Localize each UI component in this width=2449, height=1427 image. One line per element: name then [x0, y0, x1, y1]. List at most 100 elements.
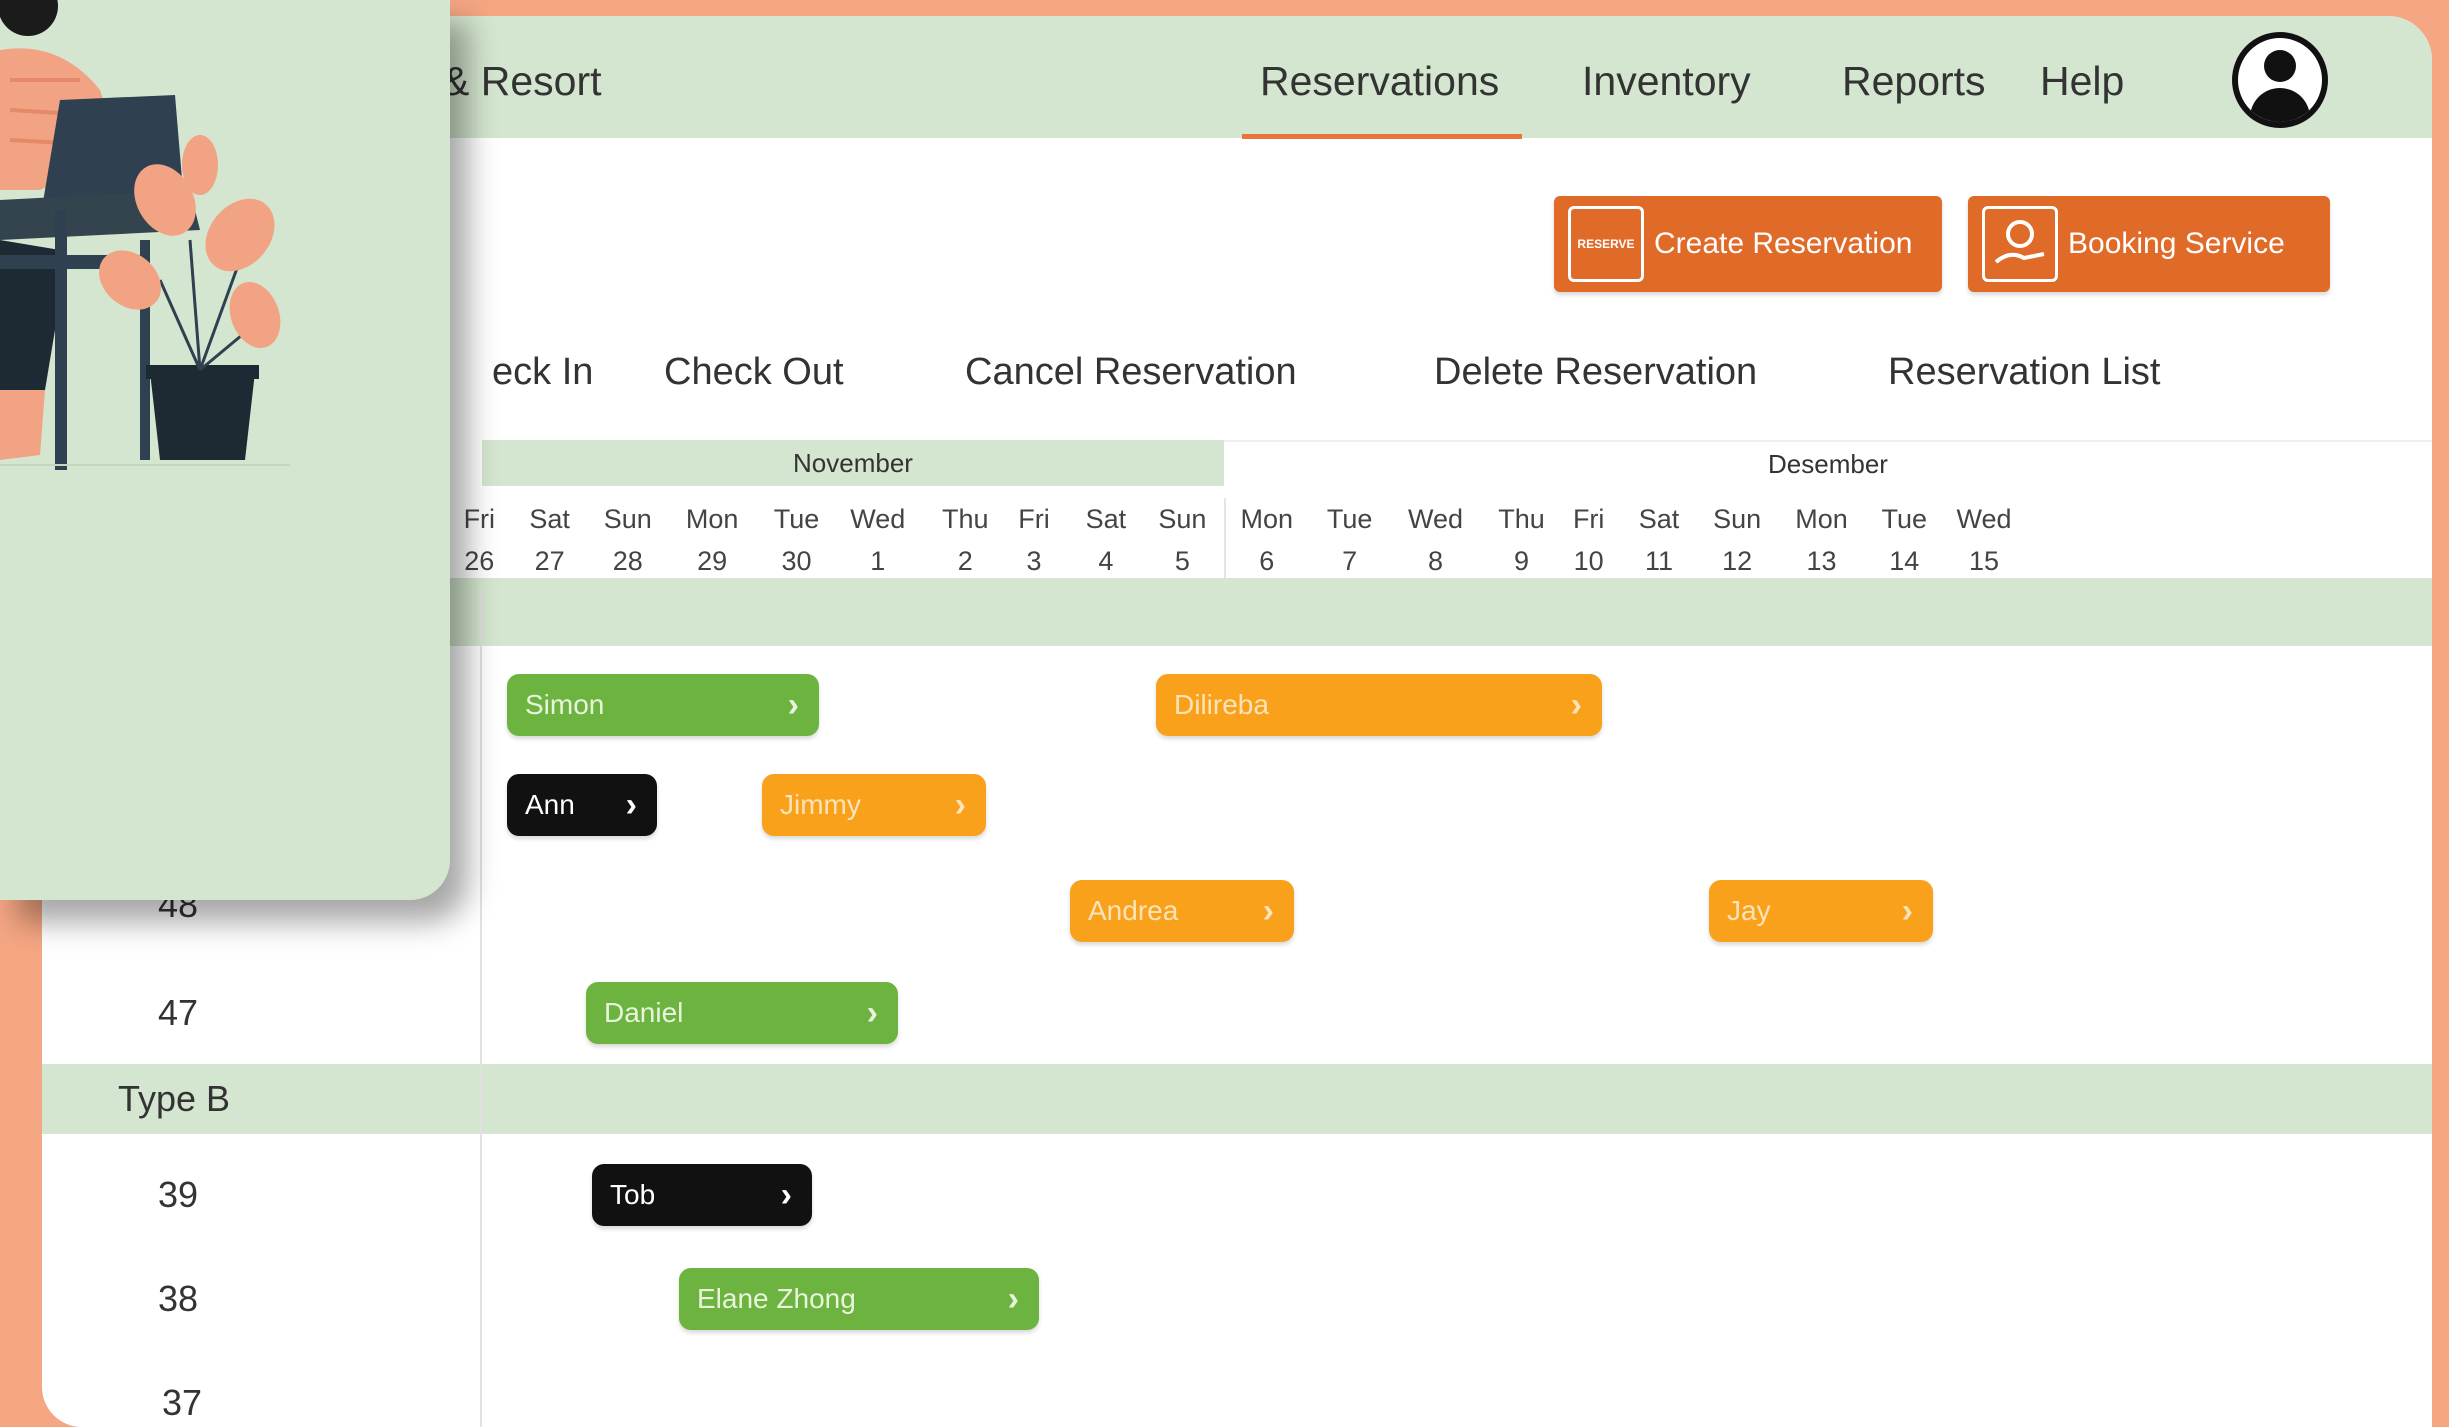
date-label: 26 — [464, 546, 495, 576]
tab-reservation-list[interactable]: Reservation List — [1888, 351, 2160, 394]
weekday-label: Sun — [1713, 504, 1762, 534]
tab-cancel-reservation[interactable]: Cancel Reservation — [965, 351, 1297, 394]
create-reservation-label: Create Reservation — [1654, 227, 1913, 260]
day-column-header: Sat 11 — [1624, 498, 1694, 582]
chevron-right-icon: › — [1262, 891, 1274, 930]
weekday-label: Fri — [1572, 504, 1605, 534]
room-type-label: Type B — [118, 1078, 231, 1119]
day-column-header: Tue 30 — [762, 498, 832, 582]
date-label: 3 — [1026, 546, 1042, 576]
user-avatar-icon[interactable] — [2232, 32, 2328, 128]
reservation-daniel[interactable]: Daniel › — [586, 982, 898, 1044]
tab-check-in[interactable]: eck In — [492, 351, 593, 394]
day-column-header: Wed 8 — [1401, 498, 1471, 582]
weekday-label: Wed — [1956, 504, 2012, 534]
active-nav-indicator — [1242, 134, 1522, 139]
weekday-label: Mon — [685, 504, 739, 534]
day-column-header: Sat 4 — [1071, 498, 1141, 582]
reservation-elane-zhong[interactable]: Elane Zhong › — [679, 1268, 1039, 1330]
day-column-header: Wed 1 — [843, 498, 913, 582]
hand-user-icon — [1982, 206, 2058, 282]
weekday-label: Wed — [850, 504, 906, 534]
date-label: 10 — [1573, 546, 1604, 576]
guest-name: Tob — [610, 1179, 656, 1210]
guest-name: Simon — [525, 689, 605, 720]
weekday-label: Thu — [941, 504, 989, 534]
day-column-header: Mon 29 — [677, 498, 747, 582]
reservation-simon[interactable]: Simon › — [507, 674, 819, 736]
weekday-label: Sat — [1085, 504, 1127, 534]
date-label: 29 — [697, 546, 728, 576]
guest-name: Daniel — [604, 997, 684, 1028]
date-label: 1 — [870, 546, 886, 576]
date-label: 2 — [957, 546, 973, 576]
chevron-right-icon: › — [780, 1175, 792, 1214]
reservation-jimmy[interactable]: Jimmy › — [762, 774, 986, 836]
date-label: 30 — [781, 546, 812, 576]
day-column-header: Sun 5 — [1147, 498, 1217, 582]
chevron-right-icon: › — [1901, 891, 1913, 930]
weekday-label: Wed — [1408, 504, 1464, 534]
day-column-header: Sun 12 — [1702, 498, 1772, 582]
nav-inventory[interactable]: Inventory — [1582, 58, 1751, 105]
weekday-label: Tue — [1326, 504, 1373, 534]
nav-reservations[interactable]: Reservations — [1260, 58, 1499, 105]
day-column-header: Tue 14 — [1869, 498, 1939, 582]
weekday-label: Fri — [463, 504, 496, 534]
day-column-header: Mon 13 — [1787, 498, 1857, 582]
illustration-card — [0, 0, 450, 900]
weekday-label: Thu — [1498, 504, 1545, 534]
weekday-label: Fri — [1018, 504, 1050, 534]
weekday-label: Sat — [529, 504, 570, 534]
booking-service-label: Booking Service — [2068, 227, 2285, 260]
reserve-sign-icon: RESERVE — [1568, 206, 1644, 282]
room-number: 39 — [158, 1174, 199, 1215]
date-label: 5 — [1174, 546, 1190, 576]
chevron-right-icon: › — [866, 993, 878, 1032]
weekday-label: Sun — [603, 504, 652, 534]
reservation-dilireba[interactable]: Dilireba › — [1156, 674, 1602, 736]
room-type-band-b: Type B — [42, 1064, 2432, 1134]
reservation-tob[interactable]: Tob › — [592, 1164, 812, 1226]
brand-name: & Resort — [442, 58, 602, 104]
guest-name: Ann — [525, 789, 575, 820]
person-with-plant-illustration — [0, 0, 290, 470]
chevron-right-icon: › — [954, 785, 966, 824]
weekday-label: Tue — [1881, 504, 1928, 534]
nav-reports[interactable]: Reports — [1842, 58, 1986, 105]
nav-help[interactable]: Help — [2040, 58, 2124, 105]
guest-name: Jimmy — [780, 789, 861, 820]
weekday-label: Mon — [1795, 504, 1848, 534]
weekday-label: Tue — [773, 504, 820, 534]
room-number: 47 — [158, 992, 199, 1033]
day-column-header: Thu 9 — [1487, 498, 1557, 582]
day-column-header: Tue 7 — [1315, 498, 1385, 582]
reservation-ann[interactable]: Ann › — [507, 774, 657, 836]
month-december: Desember — [1224, 440, 2432, 486]
chevron-right-icon: › — [1570, 685, 1582, 724]
room-number: 37 — [162, 1382, 203, 1423]
day-column-header: Mon 6 — [1232, 498, 1302, 582]
tab-delete-reservation[interactable]: Delete Reservation — [1434, 351, 1757, 394]
date-label: 28 — [612, 546, 643, 576]
date-label: 4 — [1098, 546, 1114, 576]
create-reservation-button[interactable]: RESERVE Create Reservation — [1554, 196, 1942, 292]
guest-name: Andrea — [1088, 895, 1179, 926]
booking-service-button[interactable]: Booking Service — [1968, 196, 2330, 292]
day-columns: Mon22Tue23Wed24Thu25Fri26Sat27Sun28Mon29… — [128, 498, 2432, 588]
day-column-header: Fri 3 — [999, 498, 1069, 582]
weekday-label: Sun — [1158, 504, 1207, 534]
reservation-andrea[interactable]: Andrea › — [1070, 880, 1294, 942]
guest-name: Jay — [1727, 895, 1771, 926]
tab-check-out[interactable]: Check Out — [664, 351, 844, 394]
reservation-jay[interactable]: Jay › — [1709, 880, 1933, 942]
day-column-header: Fri 10 — [1554, 498, 1624, 582]
weekday-label: Sat — [1638, 504, 1680, 534]
date-label: 9 — [1513, 546, 1530, 576]
date-label: 6 — [1259, 546, 1275, 576]
chevron-right-icon: › — [787, 685, 799, 724]
day-column-header: Sat 27 — [515, 498, 585, 582]
guest-name: Dilireba — [1174, 689, 1269, 720]
room-column-divider — [480, 586, 482, 1427]
date-label: 8 — [1428, 546, 1444, 576]
